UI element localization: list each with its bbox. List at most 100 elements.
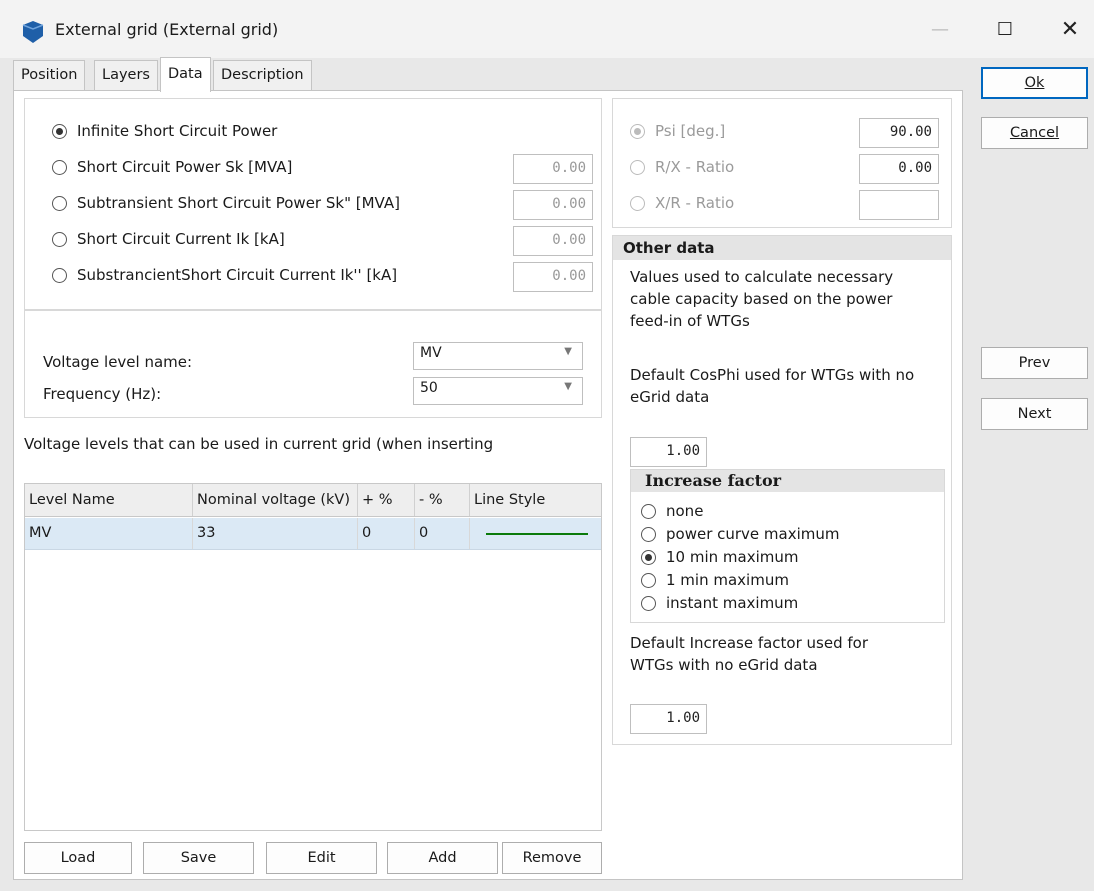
edit-button[interactable]: Edit xyxy=(266,842,377,874)
frequency-value: 50 xyxy=(420,380,438,396)
column-header[interactable]: Level Name xyxy=(25,484,193,516)
column-header[interactable]: Nominal voltage (kV) xyxy=(193,484,358,516)
window-title: External grid (External grid) xyxy=(55,20,279,39)
load-button[interactable]: Load xyxy=(24,842,132,874)
option-label: R/X - Ratio xyxy=(655,158,735,176)
option-sc-power[interactable]: Short Circuit Power Sk [MVA] xyxy=(52,158,292,180)
radio-button[interactable] xyxy=(641,550,656,565)
remove-button[interactable]: Remove xyxy=(502,842,602,874)
tab-layers[interactable]: Layers xyxy=(94,60,158,91)
option-rx-ratio: R/X - Ratio xyxy=(630,158,734,180)
cancel-label: Cancel xyxy=(1009,125,1060,141)
option-label: SubstrancientShort Circuit Current Ik'' … xyxy=(77,266,398,284)
column-header[interactable]: Line Style xyxy=(470,484,601,516)
xr-ratio-input[interactable] xyxy=(859,190,939,220)
ok-button[interactable]: Ok xyxy=(981,67,1088,99)
voltage-group: Voltage level name: MV ▼ Frequency (Hz):… xyxy=(24,310,602,418)
radio-button[interactable] xyxy=(641,527,656,542)
increase-default-label: Default Increase factor used for WTGs wi… xyxy=(630,634,869,674)
voltage-level-select[interactable]: MV ▼ xyxy=(413,342,583,370)
cancel-button[interactable]: Cancel xyxy=(981,117,1088,149)
cosphi-label: Default CosPhi used for WTGs with no eGr… xyxy=(630,366,915,406)
option-sc-current[interactable]: Short Circuit Current Ik [kA] xyxy=(52,230,285,252)
option-label: X/R - Ratio xyxy=(655,194,735,212)
radio-button[interactable] xyxy=(641,573,656,588)
option-label: Short Circuit Power Sk [MVA] xyxy=(77,158,293,176)
increase-option-none[interactable]: none xyxy=(641,502,703,520)
option-label: power curve maximum xyxy=(666,525,840,543)
chevron-down-icon: ▼ xyxy=(564,346,572,357)
ok-label: Ok xyxy=(1024,75,1045,91)
subtransient-current-input[interactable]: 0.00 xyxy=(513,262,593,292)
increase-default-input[interactable]: 1.00 xyxy=(630,704,707,734)
chevron-down-icon: ▼ xyxy=(564,381,572,392)
increase-option-power-curve[interactable]: power curve maximum xyxy=(641,525,840,543)
voltage-levels-table[interactable]: Level Name Nominal voltage (kV) + % - % … xyxy=(24,483,602,831)
radio-button[interactable] xyxy=(52,196,67,211)
other-data-group: Other data Values used to calculate nece… xyxy=(612,235,952,745)
option-label: Psi [deg.] xyxy=(655,122,726,140)
next-button[interactable]: Next xyxy=(981,398,1088,430)
column-header[interactable]: + % xyxy=(358,484,415,516)
subtransient-power-input[interactable]: 0.00 xyxy=(513,190,593,220)
tab-data[interactable]: Data xyxy=(160,57,211,92)
increase-option-10min[interactable]: 10 min maximum xyxy=(641,548,799,566)
option-label: 1 min maximum xyxy=(666,571,789,589)
short-circuit-group: Infinite Short Circuit Power Short Circu… xyxy=(24,98,602,310)
table-row[interactable]: MV 33 0 0 xyxy=(25,518,601,550)
option-label: Infinite Short Circuit Power xyxy=(77,122,278,140)
option-label: instant maximum xyxy=(666,594,799,612)
psi-input[interactable]: 90.00 xyxy=(859,118,939,148)
radio-button xyxy=(630,124,645,139)
app-icon xyxy=(22,21,44,43)
option-subtransient-current[interactable]: SubstrancientShort Circuit Current Ik'' … xyxy=(52,266,397,288)
option-xr-ratio: X/R - Ratio xyxy=(630,194,734,216)
close-button[interactable]: ✕ xyxy=(1050,14,1090,46)
radio-button[interactable] xyxy=(52,124,67,139)
table-header: Level Name Nominal voltage (kV) + % - % … xyxy=(25,484,601,517)
column-header[interactable]: - % xyxy=(415,484,470,516)
increase-option-instant[interactable]: instant maximum xyxy=(641,594,798,612)
option-infinite-sc[interactable]: Infinite Short Circuit Power xyxy=(52,122,277,144)
radio-button xyxy=(630,160,645,175)
radio-button[interactable] xyxy=(52,268,67,283)
line-style-swatch xyxy=(486,533,588,535)
minimize-button[interactable]: — xyxy=(920,14,960,46)
option-label: 10 min maximum xyxy=(666,548,799,566)
nominal-voltage-cell: 33 xyxy=(193,518,358,549)
radio-button[interactable] xyxy=(641,504,656,519)
level-name-cell: MV xyxy=(25,518,193,549)
tab-position[interactable]: Position xyxy=(13,60,86,91)
frequency-label: Frequency (Hz): xyxy=(43,385,162,403)
option-psi: Psi [deg.] xyxy=(630,122,725,144)
tab-description[interactable]: Description xyxy=(213,60,312,91)
radio-button[interactable] xyxy=(641,596,656,611)
other-data-description: Values used to calculate necessary cable… xyxy=(630,268,894,330)
increase-option-1min[interactable]: 1 min maximum xyxy=(641,571,789,589)
option-label: Short Circuit Current Ik [kA] xyxy=(77,230,285,248)
add-button[interactable]: Add xyxy=(387,842,498,874)
frequency-select[interactable]: 50 ▼ xyxy=(413,377,583,405)
option-subtransient-power[interactable]: Subtransient Short Circuit Power Sk" [MV… xyxy=(52,194,400,216)
maximize-button[interactable]: ☐ xyxy=(985,14,1025,46)
cosphi-input[interactable]: 1.00 xyxy=(630,437,707,467)
prev-button[interactable]: Prev xyxy=(981,347,1088,379)
option-label: none xyxy=(666,502,704,520)
minus-percent-cell: 0 xyxy=(415,518,470,549)
sc-power-input[interactable]: 0.00 xyxy=(513,154,593,184)
increase-factor-group: Increase factor none power curve maximum… xyxy=(630,469,945,623)
radio-button xyxy=(630,196,645,211)
plus-percent-cell: 0 xyxy=(358,518,415,549)
radio-button[interactable] xyxy=(52,232,67,247)
increase-factor-title: Increase factor xyxy=(631,470,944,492)
radio-button[interactable] xyxy=(52,160,67,175)
sc-current-input[interactable]: 0.00 xyxy=(513,226,593,256)
line-style-cell xyxy=(470,518,601,549)
option-label: Subtransient Short Circuit Power Sk" [MV… xyxy=(77,194,400,212)
voltage-level-value: MV xyxy=(420,345,442,361)
angle-group: Psi [deg.] 90.00 R/X - Ratio 0.00 X/R - … xyxy=(612,98,952,228)
save-button[interactable]: Save xyxy=(143,842,254,874)
voltage-levels-caption: Voltage levels that can be used in curre… xyxy=(24,435,494,453)
rx-ratio-input[interactable]: 0.00 xyxy=(859,154,939,184)
voltage-level-label: Voltage level name: xyxy=(43,353,193,371)
